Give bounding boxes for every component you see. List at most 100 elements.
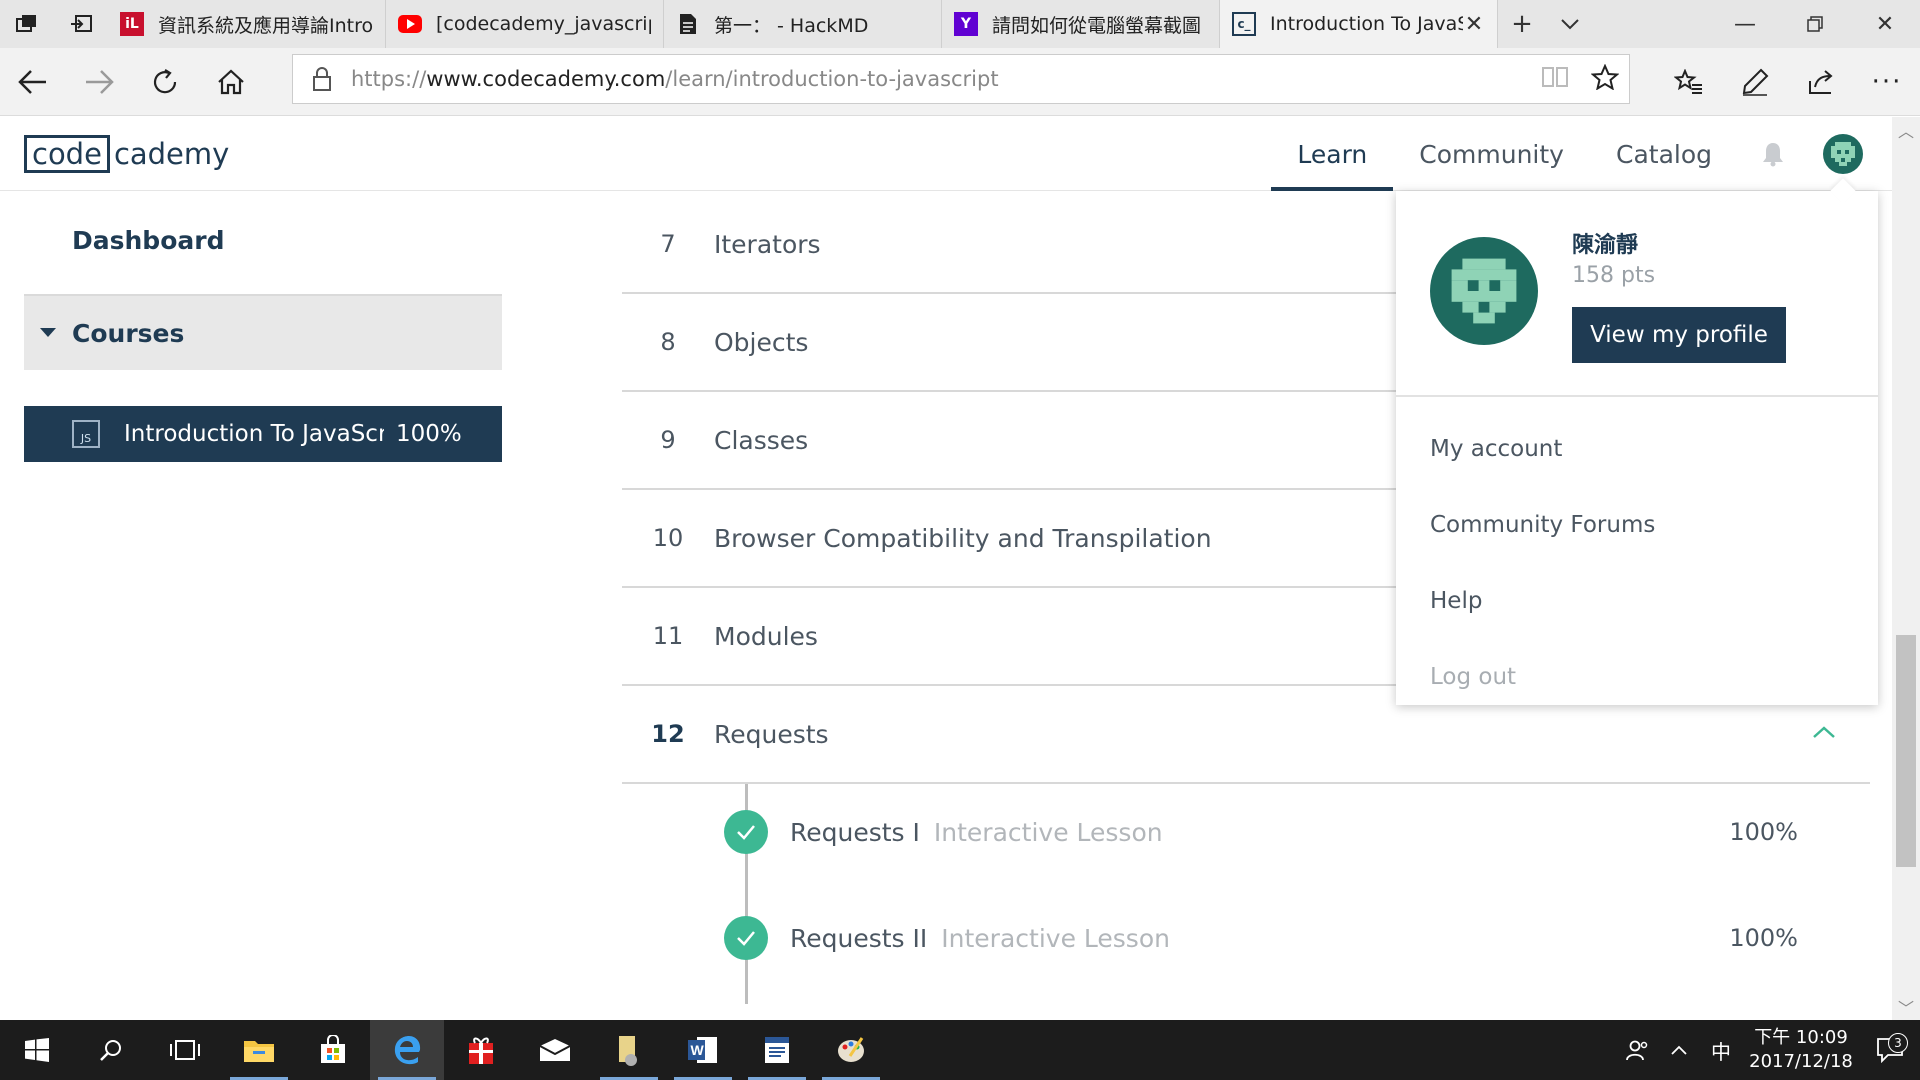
tab-title: [codecademy_javascript] Ir	[436, 13, 651, 35]
taskbar-mail[interactable]	[518, 1020, 592, 1080]
unit-name: Objects	[714, 327, 809, 357]
action-center-button[interactable]: 3	[1860, 1033, 1920, 1063]
windows-logo-icon	[25, 1038, 49, 1062]
taskbar-gift-app[interactable]	[444, 1020, 518, 1080]
taskbar-paint[interactable]	[814, 1020, 888, 1080]
checkmark-icon	[724, 810, 768, 854]
taskbar-edge[interactable]	[370, 1020, 444, 1080]
sidebar-courses-toggle[interactable]: Courses	[24, 294, 502, 370]
word-icon: W	[688, 1037, 717, 1063]
restore-button[interactable]	[1780, 0, 1850, 48]
ilearn-icon: iL	[120, 12, 144, 36]
address-bar[interactable]: https:// www.codecademy.com /learn/intro…	[292, 54, 1630, 104]
ellipsis-icon: ···	[1871, 67, 1903, 97]
people-icon[interactable]	[1616, 1038, 1658, 1062]
user-name: 陳渝靜	[1572, 233, 1639, 258]
browser-tab-codecademy[interactable]: c_ Introduction To JavaSc ✕	[1220, 0, 1498, 48]
sidebar-dashboard-link[interactable]: Dashboard	[72, 226, 224, 255]
reading-view-icon[interactable]	[1541, 65, 1569, 94]
profile-menu: My account Community Forums Help Log out	[1396, 397, 1878, 715]
nav-catalog[interactable]: Catalog	[1590, 117, 1738, 191]
unit-number: 8	[660, 328, 676, 356]
course-title: Introduction To JavaScr...	[124, 421, 384, 447]
forward-button[interactable]	[66, 48, 132, 116]
svg-text:W: W	[691, 1042, 705, 1058]
checkmark-icon	[724, 916, 768, 960]
tab-preview-button[interactable]	[0, 0, 54, 48]
browser-tab-youtube[interactable]: [codecademy_javascript] Ir	[386, 0, 664, 48]
input-method-indicator[interactable]: 中	[1700, 1036, 1742, 1065]
system-clock[interactable]: 下午 10:09 2017/12/18	[1742, 1026, 1860, 1074]
view-profile-button[interactable]: View my profile	[1572, 307, 1786, 363]
start-button[interactable]	[0, 1020, 74, 1080]
tab-list-button[interactable]	[1546, 0, 1594, 48]
browser-tab-ilearn[interactable]: iL 資訊系統及應用導論Intro.	[108, 0, 386, 48]
home-button[interactable]	[198, 48, 264, 116]
unit-number: 7	[660, 230, 676, 258]
share-button[interactable]	[1788, 48, 1854, 116]
favorites-hub-button[interactable]	[1656, 48, 1722, 116]
page-scrollbar[interactable]: ︿ ﹀	[1892, 117, 1920, 1020]
caret-down-icon	[24, 328, 72, 338]
browser-tab-strip: iL 資訊系統及應用導論Intro. [codecademy_javascrip…	[0, 0, 1920, 48]
notifications-button[interactable]	[1738, 117, 1808, 191]
browser-nav-bar: https:// www.codecademy.com /learn/intro…	[0, 48, 1920, 116]
sidebar-course-item[interactable]: JS Introduction To JavaScr... 100%	[24, 406, 502, 462]
logo-boxed-text: code	[24, 135, 110, 173]
folder-icon	[244, 1041, 274, 1062]
unit-number: 11	[652, 622, 684, 650]
browser-tab-hackmd[interactable]: 第一： - HackMD	[664, 0, 942, 48]
mail-icon	[539, 1039, 571, 1061]
menu-item-community-forums[interactable]: Community Forums	[1396, 487, 1878, 563]
task-view-button[interactable]	[148, 1020, 222, 1080]
menu-item-my-account[interactable]: My account	[1396, 411, 1878, 487]
system-tray: 中 下午 10:09 2017/12/18 3	[1616, 1020, 1920, 1080]
pen-icon	[1742, 68, 1769, 96]
lesson-progress: 100%	[1729, 818, 1798, 846]
scroll-down-icon[interactable]: ﹀	[1892, 994, 1920, 1020]
chevron-up-icon[interactable]	[1658, 1045, 1700, 1055]
minimize-button[interactable]: —	[1710, 0, 1780, 48]
close-window-button[interactable]: ✕	[1850, 0, 1920, 48]
lesson-type: Interactive Lesson	[941, 923, 1170, 953]
nav-learn[interactable]: Learn	[1271, 117, 1394, 191]
url-host: www.codecademy.com	[426, 67, 666, 91]
taskbar-store[interactable]	[296, 1020, 370, 1080]
refresh-button[interactable]	[132, 48, 198, 116]
search-button[interactable]	[74, 1020, 148, 1080]
codecademy-logo[interactable]: code cademy	[24, 135, 229, 173]
lesson-name: Requests I	[790, 817, 920, 847]
top-navigation: Learn Community Catalog	[1271, 117, 1892, 191]
taskbar-photos-app[interactable]	[592, 1020, 666, 1080]
scrollbar-thumb[interactable]	[1896, 635, 1916, 867]
set-aside-tabs-button[interactable]	[54, 0, 108, 48]
favorite-star-icon[interactable]	[1590, 63, 1620, 95]
minimize-icon: —	[1734, 11, 1756, 37]
back-button[interactable]	[0, 48, 66, 116]
browser-tab-yahoo[interactable]: Y 請問如何從電腦螢幕截圖 '	[942, 0, 1220, 48]
scroll-up-icon[interactable]: ︿	[1892, 117, 1920, 143]
unit-name: Modules	[714, 621, 818, 651]
new-tab-button[interactable]: +	[1498, 0, 1546, 48]
forward-arrow-icon	[86, 69, 114, 94]
taskbar-word-1[interactable]: W	[666, 1020, 740, 1080]
web-note-button[interactable]	[1722, 48, 1788, 116]
taskbar-word-2[interactable]	[740, 1020, 814, 1080]
nav-community[interactable]: Community	[1393, 117, 1590, 191]
more-menu-button[interactable]: ···	[1854, 48, 1920, 116]
site-header: code cademy Learn Community Catalog	[0, 117, 1892, 191]
menu-item-log-out[interactable]: Log out	[1396, 639, 1878, 715]
close-tab-icon[interactable]: ✕	[1463, 12, 1485, 37]
gift-icon	[469, 1037, 493, 1064]
lesson-row[interactable]: Requests I Interactive Lesson 100%	[622, 802, 1834, 862]
notification-count-badge: 3	[1888, 1033, 1908, 1053]
lesson-row[interactable]: Requests II Interactive Lesson 100%	[622, 908, 1834, 968]
windows-taskbar: W 中 下午 10:09 2017/12/18 3	[0, 1020, 1920, 1080]
taskbar-file-explorer[interactable]	[222, 1020, 296, 1080]
clock-time: 下午 10:09	[1754, 1027, 1848, 1048]
unit-number: 10	[652, 524, 684, 552]
unit-number: 12	[651, 720, 685, 748]
menu-item-help[interactable]: Help	[1396, 563, 1878, 639]
yahoo-icon: Y	[954, 12, 978, 36]
chevron-up-icon[interactable]	[1812, 724, 1836, 743]
